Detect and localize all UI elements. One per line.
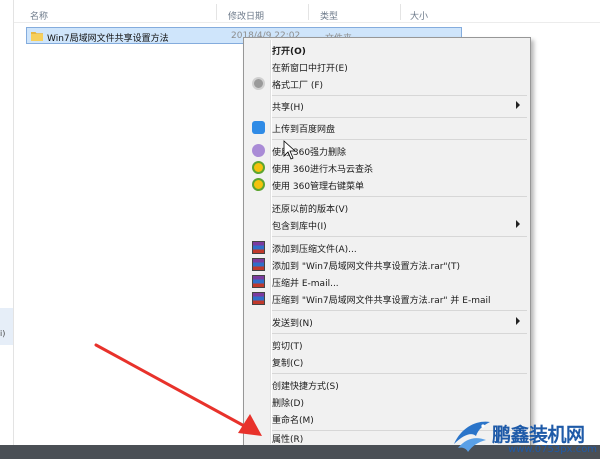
menu-item-label: 包含到库中(I) xyxy=(272,222,327,232)
menu-item-label: 使用 360进行木马云查杀 xyxy=(272,165,374,175)
navigation-pane[interactable] xyxy=(0,0,14,445)
context-menu: 打开(O) 在新窗口中打开(E) 格式工厂 (F) 共享(H) 上传到百度网盘 … xyxy=(243,37,531,447)
eagle-logo-icon xyxy=(454,421,490,452)
menu-separator xyxy=(272,373,527,374)
menu-item-label: 还原以前的版本(V) xyxy=(272,205,349,215)
menu-item-baidu-upload[interactable]: 上传到百度网盘 xyxy=(246,119,528,136)
menu-item-format-factory[interactable]: 格式工厂 (F) xyxy=(246,75,528,92)
winrar-icon xyxy=(252,275,265,288)
folder-icon xyxy=(31,32,43,41)
menu-item-label: 上传到百度网盘 xyxy=(272,125,336,135)
menu-item-label: 压缩并 E-mail... xyxy=(272,279,339,289)
menu-item-compress-email[interactable]: 压缩并 E-mail... xyxy=(246,273,528,290)
watermark-url: www.0753px.com xyxy=(508,444,598,455)
menu-item-label: 共享(H) xyxy=(272,103,304,113)
format-factory-icon xyxy=(252,77,265,90)
360-icon xyxy=(252,178,265,191)
menu-separator xyxy=(272,196,527,197)
menu-separator xyxy=(272,95,527,96)
menu-item-label: 发送到(N) xyxy=(272,319,313,329)
file-name: Win7局域网文件共享设置方法 xyxy=(47,34,169,44)
watermark: 鹏鑫装机网 www.0753px.com xyxy=(448,414,600,459)
baidu-cloud-icon xyxy=(252,121,265,134)
menu-item-add-archive[interactable]: 添加到压缩文件(A)... xyxy=(246,239,528,256)
menu-item-delete[interactable]: 删除(D) xyxy=(246,393,528,410)
menu-item-include-library[interactable]: 包含到库中(I) xyxy=(246,216,528,233)
menu-item-open-new-window[interactable]: 在新窗口中打开(E) xyxy=(246,58,528,75)
winrar-icon xyxy=(252,241,265,254)
column-date[interactable]: 修改日期 xyxy=(228,9,264,22)
menu-separator xyxy=(272,310,527,311)
menu-item-label: 使用 360管理右键菜单 xyxy=(272,182,365,192)
menu-separator xyxy=(272,333,527,334)
column-name[interactable]: 名称 xyxy=(30,9,48,22)
menu-item-label: 压缩到 "Win7局域网文件共享设置方法.rar" 并 E-mail xyxy=(272,296,491,306)
watermark-title: 鹏鑫装机网 xyxy=(492,424,585,446)
menu-item-label: 属性(R) xyxy=(272,435,304,445)
menu-item-label: 添加到 "Win7局域网文件共享设置方法.rar"(T) xyxy=(272,262,461,272)
menu-item-open[interactable]: 打开(O) xyxy=(246,41,528,58)
menu-item-send-to[interactable]: 发送到(N) xyxy=(246,313,528,330)
menu-separator xyxy=(272,139,527,140)
navigation-item-fragment: i) xyxy=(0,329,6,338)
menu-item-360-context-manager[interactable]: 使用 360管理右键菜单 xyxy=(246,176,528,193)
menu-item-copy[interactable]: 复制(C) xyxy=(246,353,528,370)
menu-item-label: 添加到压缩文件(A)... xyxy=(272,245,357,255)
submenu-arrow-icon xyxy=(516,101,520,109)
menu-item-360-trojan-scan[interactable]: 使用 360进行木马云查杀 xyxy=(246,159,528,176)
menu-item-label: 剪切(T) xyxy=(272,342,303,352)
menu-item-label: 重命名(M) xyxy=(272,416,314,426)
annotation-arrow-shaft xyxy=(94,343,250,430)
menu-item-compress-rar-email[interactable]: 压缩到 "Win7局域网文件共享设置方法.rar" 并 E-mail xyxy=(246,290,528,307)
menu-item-label: 格式工厂 (F) xyxy=(272,81,324,91)
menu-item-create-shortcut[interactable]: 创建快捷方式(S) xyxy=(246,376,528,393)
menu-item-label: 打开(O) xyxy=(272,47,306,57)
navigation-selected-item[interactable] xyxy=(0,308,13,345)
menu-item-360-force-delete[interactable]: 使用 360强力删除 xyxy=(246,142,528,159)
menu-item-share[interactable]: 共享(H) xyxy=(246,97,528,114)
submenu-arrow-icon xyxy=(516,220,520,228)
menu-item-label: 删除(D) xyxy=(272,399,304,409)
submenu-arrow-icon xyxy=(516,317,520,325)
menu-separator xyxy=(272,236,527,237)
column-size[interactable]: 大小 xyxy=(410,9,428,22)
menu-item-restore-previous[interactable]: 还原以前的版本(V) xyxy=(246,199,528,216)
menu-item-label: 在新窗口中打开(E) xyxy=(272,64,348,74)
broom-icon xyxy=(252,144,265,157)
menu-separator xyxy=(272,117,527,118)
menu-item-add-to-rar[interactable]: 添加到 "Win7局域网文件共享设置方法.rar"(T) xyxy=(246,256,528,273)
menu-item-cut[interactable]: 剪切(T) xyxy=(246,336,528,353)
column-divider[interactable] xyxy=(216,4,217,20)
column-divider[interactable] xyxy=(308,4,309,20)
menu-item-label: 复制(C) xyxy=(272,359,304,369)
column-header: 名称 修改日期 类型 大小 xyxy=(14,0,600,23)
360-icon xyxy=(252,161,265,174)
winrar-icon xyxy=(252,292,265,305)
column-divider[interactable] xyxy=(400,4,401,20)
winrar-icon xyxy=(252,258,265,271)
column-type[interactable]: 类型 xyxy=(320,9,338,22)
menu-item-label: 创建快捷方式(S) xyxy=(272,382,339,392)
menu-item-label: 使用 360强力删除 xyxy=(272,148,347,158)
